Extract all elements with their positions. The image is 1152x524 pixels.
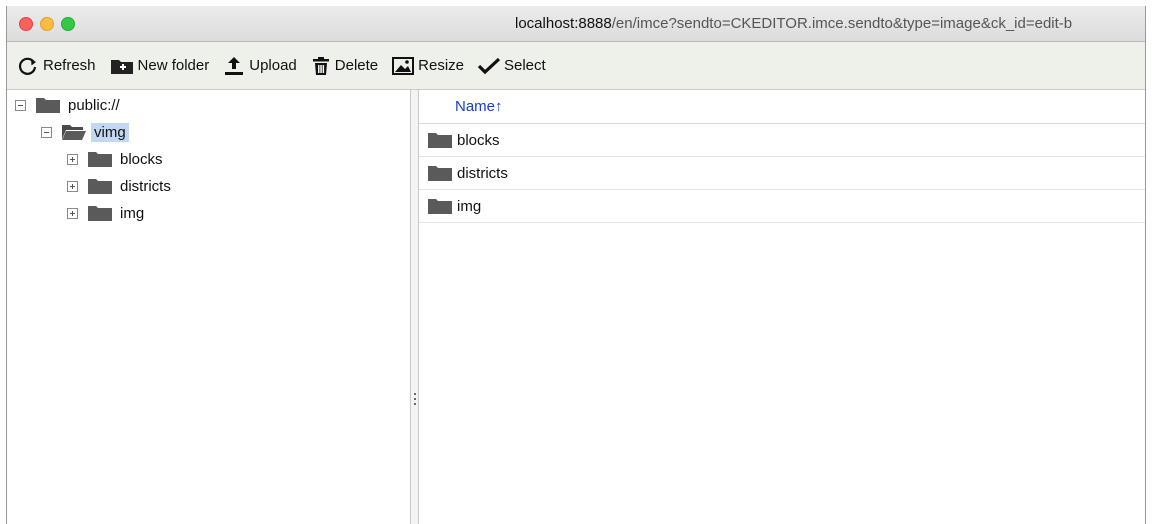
upload-label: Upload [249,57,297,74]
upload-button[interactable]: Upload [223,51,297,81]
file-row[interactable]: districts [419,157,1145,190]
zoom-window-button[interactable] [61,17,75,31]
minimize-window-button[interactable] [40,17,54,31]
url-path: /en/imce?sendto=CKEDITOR.imce.sendto&typ… [611,15,1073,32]
panel-splitter[interactable] [411,90,419,524]
tree-node-label: img [120,204,145,222]
close-window-button[interactable] [19,17,33,31]
url-host: localhost:8888 [515,15,612,32]
delete-button[interactable]: Delete [311,51,378,81]
sort-ascending-icon: ↑ [495,98,503,115]
resize-button[interactable]: Resize [392,51,464,81]
drag-handle-icon [414,393,416,407]
tree-node-label: blocks [120,150,163,168]
checkmark-icon [478,57,500,74]
delete-label: Delete [334,57,379,74]
folder-tree: public:// vimg blocks districts img [7,90,411,524]
column-header-name[interactable]: Name ↑ [419,90,1145,124]
file-row[interactable]: blocks [419,124,1145,157]
collapse-icon[interactable] [41,126,52,138]
refresh-label: Refresh [43,57,96,74]
tree-node-child[interactable]: img [67,202,147,224]
file-name: img [457,197,482,215]
title-bar: localhost:8888/en/imce?sendto=CKEDITOR.i… [7,6,1145,42]
file-name: blocks [457,131,500,149]
select-button[interactable]: Select [478,51,546,81]
folder-icon [88,206,112,221]
new-folder-label: New folder [137,57,210,74]
refresh-icon [18,57,37,75]
new-folder-icon [110,59,133,74]
new-folder-button[interactable]: New folder [110,51,210,81]
folder-icon [428,166,452,181]
tree-node-current[interactable]: vimg [41,121,129,143]
tree-node-child[interactable]: blocks [67,148,166,170]
file-list: Name ↑ blocks districts img [419,90,1145,524]
tree-node-label: public:// [68,96,120,114]
column-header-label: Name [455,98,496,115]
tree-node-label: vimg [91,122,129,142]
tree-node-root[interactable]: public:// [15,94,123,116]
collapse-icon[interactable] [15,99,26,111]
browser-window: localhost:8888/en/imce?sendto=CKEDITOR.i… [6,6,1146,524]
folder-icon [36,98,60,113]
file-name: districts [457,164,508,182]
expand-icon[interactable] [67,207,78,219]
imce-toolbar: Refresh New folder Upload Delete Resize … [7,42,1145,90]
folder-open-icon [62,125,86,140]
upload-icon [225,56,244,75]
folder-icon [428,133,452,148]
image-icon [392,56,415,75]
tree-node-child[interactable]: districts [67,175,174,197]
refresh-button[interactable]: Refresh [17,51,96,81]
folder-icon [88,152,112,167]
address-bar[interactable]: localhost:8888/en/imce?sendto=CKEDITOR.i… [515,6,1072,42]
tree-node-label: districts [120,177,171,195]
folder-icon [88,179,112,194]
trash-icon [312,56,329,75]
folder-icon [428,199,452,214]
resize-label: Resize [418,57,464,74]
select-label: Select [504,57,546,74]
expand-icon[interactable] [67,180,78,192]
expand-icon[interactable] [67,153,78,165]
file-row[interactable]: img [419,190,1145,223]
